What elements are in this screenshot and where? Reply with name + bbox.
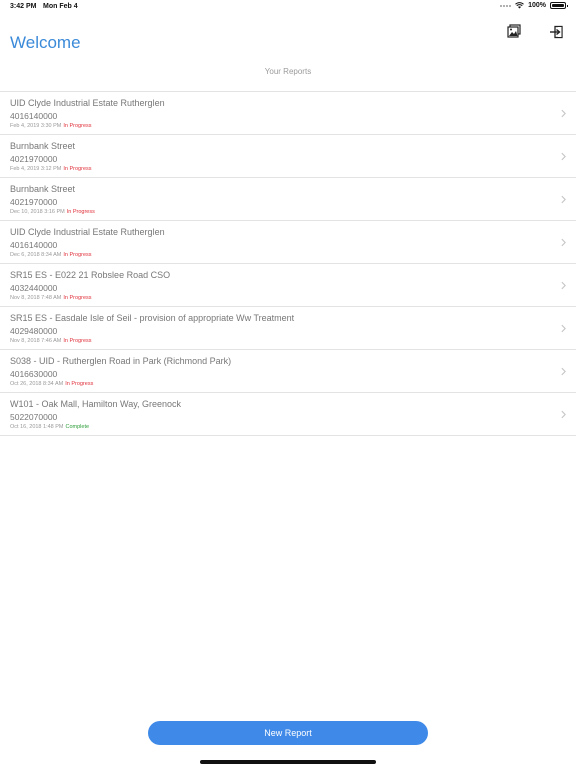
gallery-icon[interactable] <box>507 24 521 38</box>
report-meta: Dec 6, 2018 8:34 AM In Progress <box>10 252 92 258</box>
report-row[interactable]: S038 - UID - Rutherglen Road in Park (Ri… <box>0 350 576 393</box>
chevron-right-icon <box>561 281 566 290</box>
report-name: Burnbank Street <box>10 184 76 194</box>
report-date: Oct 16, 2018 1:48 PM <box>10 424 64 430</box>
chevron-right-icon <box>561 367 566 376</box>
page-title: Welcome <box>10 33 81 52</box>
report-row[interactable]: SR15 ES - Easdale Isle of Seil - provisi… <box>0 307 576 350</box>
report-row[interactable]: UID Clyde Industrial Estate Rutherglen 40… <box>0 221 576 264</box>
report-number: 4021970000 <box>10 154 58 164</box>
report-row[interactable]: SR15 ES - E022 21 Robslee Road CSO 403244… <box>0 264 576 307</box>
report-meta: Feb 4, 2019 3:30 PM In Progress <box>10 123 92 129</box>
app-screen: 3:42 PM Mon Feb 4 100% Welcome Your Repo… <box>0 0 576 768</box>
report-meta: Nov 8, 2018 7:48 AM In Progress <box>10 295 92 301</box>
report-list: UID Clyde Industrial Estate Rutherglen 40… <box>0 91 576 436</box>
report-row[interactable]: Burnbank Street 4021970000 Feb 4, 2019 3:1… <box>0 135 576 178</box>
chevron-right-icon <box>561 324 566 333</box>
report-meta: Oct 26, 2018 8:34 AM In Progress <box>10 381 93 387</box>
report-status: In Progress <box>63 252 92 258</box>
report-status: In Progress <box>65 381 94 387</box>
battery-percent: 100% <box>528 2 546 9</box>
report-name: S038 - UID - Rutherglen Road in Park (Ri… <box>10 356 232 366</box>
report-date: Dec 10, 2018 3:16 PM <box>10 209 65 215</box>
report-number: 4016630000 <box>10 369 58 379</box>
report-status: Complete <box>65 424 90 430</box>
report-name: SR15 ES - Easdale Isle of Seil - provisi… <box>10 313 295 323</box>
report-number: 4021970000 <box>10 197 58 207</box>
report-number: 4032440000 <box>10 283 58 293</box>
report-number: 4016140000 <box>10 240 58 250</box>
status-indicators: 100% <box>500 2 568 9</box>
report-status: In Progress <box>63 123 92 129</box>
status-time: 3:42 PM <box>10 3 37 10</box>
report-date: Oct 26, 2018 8:34 AM <box>10 381 64 387</box>
report-name: Burnbank Street <box>10 141 76 151</box>
report-name: W101 - Oak Mall, Hamilton Way, Greenock <box>10 399 182 409</box>
home-indicator <box>200 760 376 764</box>
report-status: In Progress <box>63 338 92 344</box>
chevron-right-icon <box>561 410 566 419</box>
chevron-right-icon <box>561 109 566 118</box>
report-number: 5022070000 <box>10 412 58 422</box>
report-name: UID Clyde Industrial Estate Rutherglen <box>10 98 165 108</box>
report-name: SR15 ES - E022 21 Robslee Road CSO <box>10 270 171 280</box>
report-row[interactable]: W101 - Oak Mall, Hamilton Way, Greenock 5… <box>0 393 576 436</box>
report-status: In Progress <box>66 209 95 215</box>
battery-icon <box>550 2 568 9</box>
logout-icon[interactable] <box>549 25 563 39</box>
report-row[interactable]: Burnbank Street 4021970000 Dec 10, 2018 3:… <box>0 178 576 221</box>
status-date: Mon Feb 4 <box>43 3 78 10</box>
section-header: Your Reports <box>264 67 312 76</box>
report-date: Feb 4, 2019 3:30 PM <box>10 123 62 129</box>
new-report-button[interactable]: New Report <box>148 721 428 745</box>
chevron-right-icon <box>561 238 566 247</box>
report-date: Nov 8, 2018 7:46 AM <box>10 338 62 344</box>
report-meta: Nov 8, 2018 7:46 AM In Progress <box>10 338 92 344</box>
report-status: In Progress <box>63 166 92 172</box>
report-meta: Oct 16, 2018 1:48 PM Complete <box>10 424 89 430</box>
chevron-right-icon <box>561 195 566 204</box>
signal-icon <box>500 4 512 7</box>
report-number: 4029480000 <box>10 326 58 336</box>
report-name: UID Clyde Industrial Estate Rutherglen <box>10 227 165 237</box>
report-date: Dec 6, 2018 8:34 AM <box>10 252 62 258</box>
status-bar: 3:42 PM Mon Feb 4 100% <box>0 0 576 14</box>
report-meta: Dec 10, 2018 3:16 PM In Progress <box>10 209 95 215</box>
wifi-icon <box>515 2 524 9</box>
report-number: 4016140000 <box>10 111 58 121</box>
report-meta: Feb 4, 2019 3:12 PM In Progress <box>10 166 92 172</box>
report-status: In Progress <box>63 295 92 301</box>
report-date: Feb 4, 2019 3:12 PM <box>10 166 62 172</box>
chevron-right-icon <box>561 152 566 161</box>
report-row[interactable]: UID Clyde Industrial Estate Rutherglen 40… <box>0 92 576 135</box>
report-date: Nov 8, 2018 7:48 AM <box>10 295 62 301</box>
